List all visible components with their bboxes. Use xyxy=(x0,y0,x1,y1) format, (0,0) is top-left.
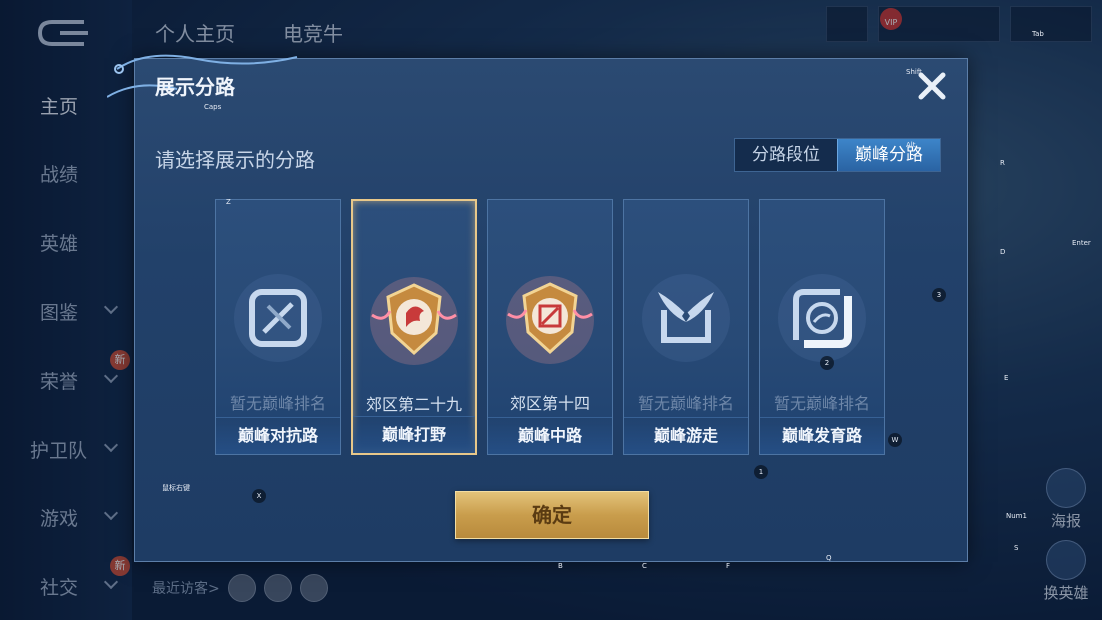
key-hint: 1 xyxy=(754,465,768,479)
lane-name: 巅峰中路 xyxy=(488,417,612,454)
key-hint: Tab xyxy=(1032,30,1044,38)
rank-text: 暂无巅峰排名 xyxy=(637,394,734,413)
lane-name: 巅峰对抗路 xyxy=(216,417,340,454)
key-hint: Z xyxy=(226,198,231,206)
lane-card-top[interactable]: 暂无巅峰排名 巅峰对抗路 xyxy=(215,199,341,455)
mid-emblem-icon xyxy=(506,276,594,364)
sword-slash-icon xyxy=(234,274,322,362)
key-hint: Q xyxy=(826,554,832,562)
lane-card-jungle[interactable]: 郊区第二十九 巅峰打野 xyxy=(351,199,477,455)
dialog-subtitle: 请选择展示的分路 xyxy=(155,148,315,172)
wings-icon xyxy=(642,274,730,362)
rank-text: 暂无巅峰排名 xyxy=(773,394,870,413)
lane-cards: 暂无巅峰排名 巅峰对抗路 郊区第二十九 巅峰打野 郊区第十四 巅峰中路 暂无巅峰… xyxy=(215,199,895,459)
lane-display-dialog: 展示分路 请选择展示的分路 分路段位 巅峰分路 暂无巅峰排名 巅峰对抗路 郊区第… xyxy=(107,54,968,562)
toggle-lane-rank[interactable]: 分路段位 xyxy=(735,139,837,171)
marksman-icon xyxy=(778,274,866,362)
key-hint: 2 xyxy=(820,356,834,370)
rank-text: 暂无巅峰排名 xyxy=(229,394,326,413)
lane-name: 巅峰打野 xyxy=(353,416,475,453)
key-hint: D xyxy=(1000,248,1006,256)
key-hint: Enter xyxy=(1072,239,1091,247)
game-screen: 主页 战绩 英雄 图鉴 荣誉 新 护卫队 游戏 社交 新 个人主页 电竞牛 VI… xyxy=(0,0,1102,620)
lane-card-mid[interactable]: 郊区第十四 巅峰中路 xyxy=(487,199,613,455)
key-hint: Shift xyxy=(906,68,922,76)
jungle-emblem-icon xyxy=(370,277,458,365)
key-hint: W xyxy=(888,433,902,447)
key-hint: S xyxy=(1014,544,1019,552)
key-hint: E xyxy=(1004,374,1009,382)
rank-text: 郊区第二十九 xyxy=(365,395,462,414)
rank-text: 郊区第十四 xyxy=(509,394,590,413)
dialog-title: 展示分路 xyxy=(155,75,235,99)
key-hint: Alt xyxy=(906,141,916,149)
key-hint: 鼠标右键 xyxy=(162,484,190,492)
key-hint: B xyxy=(558,562,563,570)
key-hint: X xyxy=(252,489,266,503)
lane-card-support[interactable]: 暂无巅峰排名 巅峰游走 xyxy=(623,199,749,455)
key-hint: 3 xyxy=(932,288,946,302)
key-hint: F xyxy=(726,562,731,570)
key-hint: Num1 xyxy=(1006,512,1027,520)
key-hint: R xyxy=(1000,159,1005,167)
lane-card-adc[interactable]: 暂无巅峰排名 巅峰发育路 xyxy=(759,199,885,455)
lane-name: 巅峰游走 xyxy=(624,417,748,454)
lane-name: 巅峰发育路 xyxy=(760,417,884,454)
key-hint: C xyxy=(642,562,647,570)
toggle-peak-lane[interactable]: 巅峰分路 xyxy=(837,139,940,171)
key-hint: Caps xyxy=(204,103,222,111)
confirm-button[interactable]: 确定 xyxy=(455,491,649,539)
